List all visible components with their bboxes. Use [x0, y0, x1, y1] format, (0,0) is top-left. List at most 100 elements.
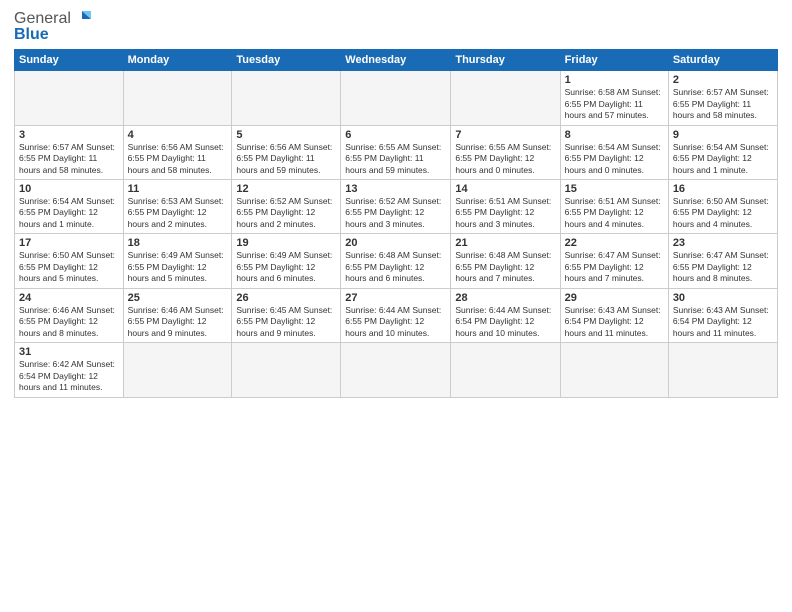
calendar-header-row: SundayMondayTuesdayWednesdayThursdayFrid… — [15, 50, 778, 71]
calendar-cell: 6Sunrise: 6:55 AM Sunset: 6:55 PM Daylig… — [341, 125, 451, 179]
day-info: Sunrise: 6:49 AM Sunset: 6:55 PM Dayligh… — [236, 250, 336, 284]
calendar-cell — [560, 343, 668, 397]
calendar-cell: 1Sunrise: 6:58 AM Sunset: 6:55 PM Daylig… — [560, 71, 668, 125]
calendar-cell: 27Sunrise: 6:44 AM Sunset: 6:55 PM Dayli… — [341, 288, 451, 342]
calendar-table: SundayMondayTuesdayWednesdayThursdayFrid… — [14, 49, 778, 397]
day-number: 1 — [565, 74, 664, 86]
day-number: 27 — [345, 292, 446, 304]
day-number: 12 — [236, 183, 336, 195]
calendar-header-tuesday: Tuesday — [232, 50, 341, 71]
calendar-cell: 4Sunrise: 6:56 AM Sunset: 6:55 PM Daylig… — [123, 125, 232, 179]
calendar-cell — [15, 71, 124, 125]
calendar-cell: 26Sunrise: 6:45 AM Sunset: 6:55 PM Dayli… — [232, 288, 341, 342]
calendar-cell — [123, 71, 232, 125]
day-number: 25 — [128, 292, 228, 304]
calendar-cell: 20Sunrise: 6:48 AM Sunset: 6:55 PM Dayli… — [341, 234, 451, 288]
day-info: Sunrise: 6:47 AM Sunset: 6:55 PM Dayligh… — [565, 250, 664, 284]
day-info: Sunrise: 6:44 AM Sunset: 6:55 PM Dayligh… — [345, 305, 446, 339]
day-number: 9 — [673, 129, 773, 141]
calendar-cell: 19Sunrise: 6:49 AM Sunset: 6:55 PM Dayli… — [232, 234, 341, 288]
calendar-cell — [232, 71, 341, 125]
logo: General Blue — [14, 10, 91, 43]
calendar-cell — [668, 343, 777, 397]
calendar-cell: 12Sunrise: 6:52 AM Sunset: 6:55 PM Dayli… — [232, 180, 341, 234]
day-number: 18 — [128, 237, 228, 249]
day-info: Sunrise: 6:44 AM Sunset: 6:54 PM Dayligh… — [455, 305, 555, 339]
calendar-cell: 8Sunrise: 6:54 AM Sunset: 6:55 PM Daylig… — [560, 125, 668, 179]
logo-flag-icon — [73, 11, 91, 27]
day-number: 21 — [455, 237, 555, 249]
day-number: 3 — [19, 129, 119, 141]
calendar-header-friday: Friday — [560, 50, 668, 71]
page: General Blue SundayMondayTuesdayWednesda… — [0, 0, 792, 612]
calendar-cell: 16Sunrise: 6:50 AM Sunset: 6:55 PM Dayli… — [668, 180, 777, 234]
day-info: Sunrise: 6:45 AM Sunset: 6:55 PM Dayligh… — [236, 305, 336, 339]
day-info: Sunrise: 6:46 AM Sunset: 6:55 PM Dayligh… — [128, 305, 228, 339]
day-number: 2 — [673, 74, 773, 86]
calendar-cell: 11Sunrise: 6:53 AM Sunset: 6:55 PM Dayli… — [123, 180, 232, 234]
calendar-cell: 7Sunrise: 6:55 AM Sunset: 6:55 PM Daylig… — [451, 125, 560, 179]
header: General Blue — [14, 10, 778, 43]
day-info: Sunrise: 6:43 AM Sunset: 6:54 PM Dayligh… — [673, 305, 773, 339]
calendar-cell: 13Sunrise: 6:52 AM Sunset: 6:55 PM Dayli… — [341, 180, 451, 234]
day-number: 29 — [565, 292, 664, 304]
day-info: Sunrise: 6:58 AM Sunset: 6:55 PM Dayligh… — [565, 87, 664, 121]
calendar-header-saturday: Saturday — [668, 50, 777, 71]
day-info: Sunrise: 6:50 AM Sunset: 6:55 PM Dayligh… — [19, 250, 119, 284]
day-info: Sunrise: 6:43 AM Sunset: 6:54 PM Dayligh… — [565, 305, 664, 339]
day-number: 22 — [565, 237, 664, 249]
calendar-cell — [451, 71, 560, 125]
calendar-cell: 29Sunrise: 6:43 AM Sunset: 6:54 PM Dayli… — [560, 288, 668, 342]
day-info: Sunrise: 6:54 AM Sunset: 6:55 PM Dayligh… — [673, 142, 773, 176]
day-number: 16 — [673, 183, 773, 195]
day-number: 23 — [673, 237, 773, 249]
calendar-cell: 24Sunrise: 6:46 AM Sunset: 6:55 PM Dayli… — [15, 288, 124, 342]
day-number: 17 — [19, 237, 119, 249]
calendar-week-row: 31Sunrise: 6:42 AM Sunset: 6:54 PM Dayli… — [15, 343, 778, 397]
logo-container: General Blue — [14, 10, 91, 43]
calendar-cell: 17Sunrise: 6:50 AM Sunset: 6:55 PM Dayli… — [15, 234, 124, 288]
calendar-header-monday: Monday — [123, 50, 232, 71]
calendar-cell: 9Sunrise: 6:54 AM Sunset: 6:55 PM Daylig… — [668, 125, 777, 179]
day-number: 5 — [236, 129, 336, 141]
calendar-cell: 3Sunrise: 6:57 AM Sunset: 6:55 PM Daylig… — [15, 125, 124, 179]
calendar-cell: 23Sunrise: 6:47 AM Sunset: 6:55 PM Dayli… — [668, 234, 777, 288]
calendar-cell — [123, 343, 232, 397]
day-info: Sunrise: 6:53 AM Sunset: 6:55 PM Dayligh… — [128, 196, 228, 230]
day-info: Sunrise: 6:57 AM Sunset: 6:55 PM Dayligh… — [673, 87, 773, 121]
calendar-week-row: 3Sunrise: 6:57 AM Sunset: 6:55 PM Daylig… — [15, 125, 778, 179]
day-number: 13 — [345, 183, 446, 195]
day-info: Sunrise: 6:55 AM Sunset: 6:55 PM Dayligh… — [345, 142, 446, 176]
day-info: Sunrise: 6:50 AM Sunset: 6:55 PM Dayligh… — [673, 196, 773, 230]
day-info: Sunrise: 6:48 AM Sunset: 6:55 PM Dayligh… — [455, 250, 555, 284]
calendar-cell: 28Sunrise: 6:44 AM Sunset: 6:54 PM Dayli… — [451, 288, 560, 342]
calendar-cell: 25Sunrise: 6:46 AM Sunset: 6:55 PM Dayli… — [123, 288, 232, 342]
day-info: Sunrise: 6:47 AM Sunset: 6:55 PM Dayligh… — [673, 250, 773, 284]
day-info: Sunrise: 6:56 AM Sunset: 6:55 PM Dayligh… — [128, 142, 228, 176]
calendar-cell: 2Sunrise: 6:57 AM Sunset: 6:55 PM Daylig… — [668, 71, 777, 125]
day-info: Sunrise: 6:54 AM Sunset: 6:55 PM Dayligh… — [19, 196, 119, 230]
calendar-cell — [341, 343, 451, 397]
day-info: Sunrise: 6:56 AM Sunset: 6:55 PM Dayligh… — [236, 142, 336, 176]
day-info: Sunrise: 6:52 AM Sunset: 6:55 PM Dayligh… — [345, 196, 446, 230]
day-number: 10 — [19, 183, 119, 195]
day-info: Sunrise: 6:55 AM Sunset: 6:55 PM Dayligh… — [455, 142, 555, 176]
day-info: Sunrise: 6:51 AM Sunset: 6:55 PM Dayligh… — [455, 196, 555, 230]
day-info: Sunrise: 6:42 AM Sunset: 6:54 PM Dayligh… — [19, 359, 119, 393]
calendar-week-row: 1Sunrise: 6:58 AM Sunset: 6:55 PM Daylig… — [15, 71, 778, 125]
day-number: 28 — [455, 292, 555, 304]
day-info: Sunrise: 6:57 AM Sunset: 6:55 PM Dayligh… — [19, 142, 119, 176]
day-number: 7 — [455, 129, 555, 141]
day-number: 6 — [345, 129, 446, 141]
day-number: 14 — [455, 183, 555, 195]
day-number: 19 — [236, 237, 336, 249]
calendar-week-row: 17Sunrise: 6:50 AM Sunset: 6:55 PM Dayli… — [15, 234, 778, 288]
day-number: 30 — [673, 292, 773, 304]
day-info: Sunrise: 6:49 AM Sunset: 6:55 PM Dayligh… — [128, 250, 228, 284]
calendar-cell — [451, 343, 560, 397]
calendar-header-thursday: Thursday — [451, 50, 560, 71]
day-number: 24 — [19, 292, 119, 304]
day-number: 31 — [19, 346, 119, 358]
day-number: 26 — [236, 292, 336, 304]
calendar-cell: 5Sunrise: 6:56 AM Sunset: 6:55 PM Daylig… — [232, 125, 341, 179]
